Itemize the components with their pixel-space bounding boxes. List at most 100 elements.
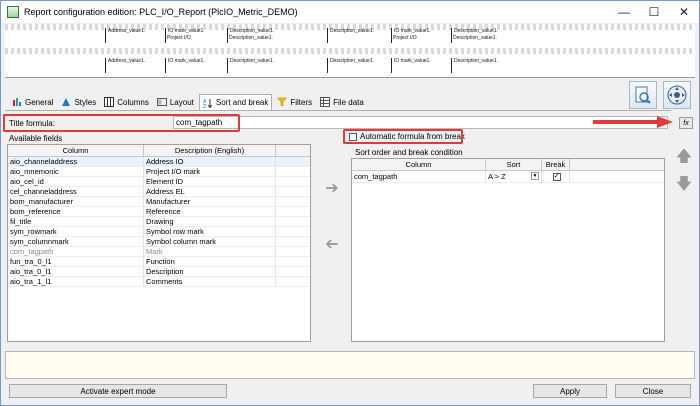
field-column-cell[interactable]: sym_columnmark: [8, 237, 144, 246]
chevron-down-icon[interactable]: ▼: [531, 172, 539, 180]
preview-zoom-button[interactable]: [629, 81, 657, 109]
report-preview: Address_value1. IO mark_value1. Descript…: [5, 24, 695, 78]
field-column-cell[interactable]: fil_title: [8, 217, 144, 226]
field-description-cell[interactable]: Project I/O mark: [144, 167, 276, 176]
field-description-cell[interactable]: Drawing: [144, 217, 276, 226]
tab-general[interactable]: General: [9, 94, 56, 110]
close-button[interactable]: Close: [615, 384, 691, 398]
tab-label: File data: [333, 97, 364, 107]
sort-direction-select[interactable]: A > Z ▼: [486, 171, 542, 182]
available-fields-body: aio_channeladdress Address IO aio_mnemonic…: [8, 157, 310, 287]
svg-text:Z: Z: [203, 104, 207, 108]
tab-filters[interactable]: Filters: [274, 94, 315, 110]
field-description-cell[interactable]: Symbol column mark: [144, 237, 276, 246]
navigate-button[interactable]: [663, 81, 691, 109]
field-description-cell[interactable]: Manufacturer: [144, 197, 276, 206]
app-icon: [7, 6, 19, 18]
field-description-cell[interactable]: Description: [144, 267, 276, 276]
report-config-window: Report configuration edition: PLC_I/O_Re…: [0, 0, 700, 406]
sort-column-cell[interactable]: com_tagpath: [352, 171, 486, 182]
sort-order-grid: Column Sort Break com_tagpath A > Z ▼ ✓: [351, 158, 665, 342]
table-row[interactable]: aio_mnemonic Project I/O mark: [8, 167, 310, 177]
field-column-cell[interactable]: aio_cel_id: [8, 177, 144, 186]
column-header[interactable]: Column: [352, 159, 486, 170]
tab-label: Styles: [74, 97, 97, 107]
field-column-cell[interactable]: aio_tra_0_l1: [8, 267, 144, 276]
table-row[interactable]: sym_rowmark Symbol row mark: [8, 227, 310, 237]
field-column-cell[interactable]: aio_mnemonic: [8, 167, 144, 176]
preview-cell: Description_value1.: [327, 58, 389, 73]
field-column-cell[interactable]: com_tagpath: [8, 247, 144, 256]
available-fields-title: Available fields: [9, 134, 63, 143]
column-header[interactable]: Description (English): [144, 145, 276, 156]
field-column-cell[interactable]: bom_manufacturer: [8, 197, 144, 206]
field-column-cell[interactable]: aio_tra_1_l1: [8, 277, 144, 286]
table-row[interactable]: bom_manufacturer Manufacturer: [8, 197, 310, 207]
table-row[interactable]: sym_columnmark Symbol column mark: [8, 237, 310, 247]
preview-cell: Description_value1.: [227, 58, 305, 73]
field-description-cell[interactable]: Function: [144, 257, 276, 266]
tab-label: Layout: [169, 97, 194, 107]
preview-divider: [5, 77, 695, 78]
close-window-button[interactable]: ✕: [669, 1, 699, 23]
sort-row[interactable]: com_tagpath A > Z ▼ ✓: [352, 171, 664, 183]
arrow-down-icon: 🡇: [675, 175, 693, 193]
activate-expert-mode-button[interactable]: Activate expert mode: [9, 384, 227, 398]
table-row[interactable]: fil_title Drawing: [8, 217, 310, 227]
preview-cell: Description_value1.: [451, 58, 521, 73]
tab-label: Filters: [290, 97, 313, 107]
highlight-auto-formula: [343, 129, 463, 144]
column-header[interactable]: Break: [542, 159, 570, 170]
checkmark-icon[interactable]: ✓: [552, 173, 561, 182]
preview-cell: IO mark_value1.: [165, 58, 225, 73]
field-description-cell[interactable]: Address EL: [144, 187, 276, 196]
tab-label: Sort and break: [215, 98, 269, 107]
grid-header: Column Description (English): [8, 145, 310, 157]
field-column-cell[interactable]: fun_tra_0_l1: [8, 257, 144, 266]
field-column-cell[interactable]: cel_channeladdress: [8, 187, 144, 196]
table-row[interactable]: cel_channeladdress Address EL: [8, 187, 310, 197]
file-data-icon: [320, 97, 331, 107]
field-description-cell[interactable]: Symbol row mark: [144, 227, 276, 236]
field-description-cell[interactable]: Reference: [144, 207, 276, 216]
field-column-cell[interactable]: sym_rowmark: [8, 227, 144, 236]
field-description-cell[interactable]: Element ID: [144, 177, 276, 186]
column-header[interactable]: Sort: [486, 159, 542, 170]
preview-cell: IO mark_value1.: [391, 58, 451, 73]
move-down-button[interactable]: 🡇: [675, 176, 693, 195]
field-description-cell[interactable]: Address IO: [144, 157, 276, 166]
sort-order-title: Sort order and break condition: [355, 148, 463, 157]
tab-sort-and-break[interactable]: AZ Sort and break: [198, 94, 273, 110]
table-row[interactable]: bom_reference Reference: [8, 207, 310, 217]
navigation-icon: [667, 85, 687, 105]
tab-styles[interactable]: Styles: [58, 94, 99, 110]
add-field-button[interactable]: ➔: [323, 179, 341, 197]
table-row[interactable]: aio_channeladdress Address IO: [8, 157, 310, 167]
maximize-button[interactable]: ☐: [639, 1, 669, 23]
tab-label: Columns: [117, 97, 149, 107]
table-row[interactable]: com_tagpath Mark: [8, 247, 310, 257]
arrow-right-icon: ➔: [325, 180, 339, 197]
remove-field-button[interactable]: ➔: [323, 235, 341, 253]
general-icon: [13, 98, 21, 106]
break-checkbox[interactable]: ✓: [542, 171, 570, 182]
field-column-cell[interactable]: bom_reference: [8, 207, 144, 216]
table-row[interactable]: aio_cel_id Element ID: [8, 177, 310, 187]
tab-columns[interactable]: Columns: [101, 94, 152, 110]
field-description-cell[interactable]: Mark: [144, 247, 276, 256]
apply-button[interactable]: Apply: [533, 384, 607, 398]
tab-layout[interactable]: Layout: [154, 94, 197, 110]
table-row[interactable]: aio_tra_0_l1 Description: [8, 267, 310, 277]
move-up-button[interactable]: 🡅: [675, 148, 693, 167]
table-row[interactable]: aio_tra_1_l1 Comments: [8, 277, 310, 287]
styles-icon: [62, 98, 71, 106]
table-row[interactable]: fun_tra_0_l1 Function: [8, 257, 310, 267]
field-column-cell[interactable]: aio_channeladdress: [8, 157, 144, 166]
formula-editor-button[interactable]: fx: [679, 117, 693, 129]
column-header[interactable]: Column: [8, 145, 144, 156]
document-search-icon: [635, 86, 651, 104]
minimize-button[interactable]: —: [609, 1, 639, 23]
tab-bar: General Styles Columns Layout AZ Sort an…: [9, 94, 367, 110]
field-description-cell[interactable]: Comments: [144, 277, 276, 286]
tab-file-data[interactable]: File data: [317, 94, 367, 110]
